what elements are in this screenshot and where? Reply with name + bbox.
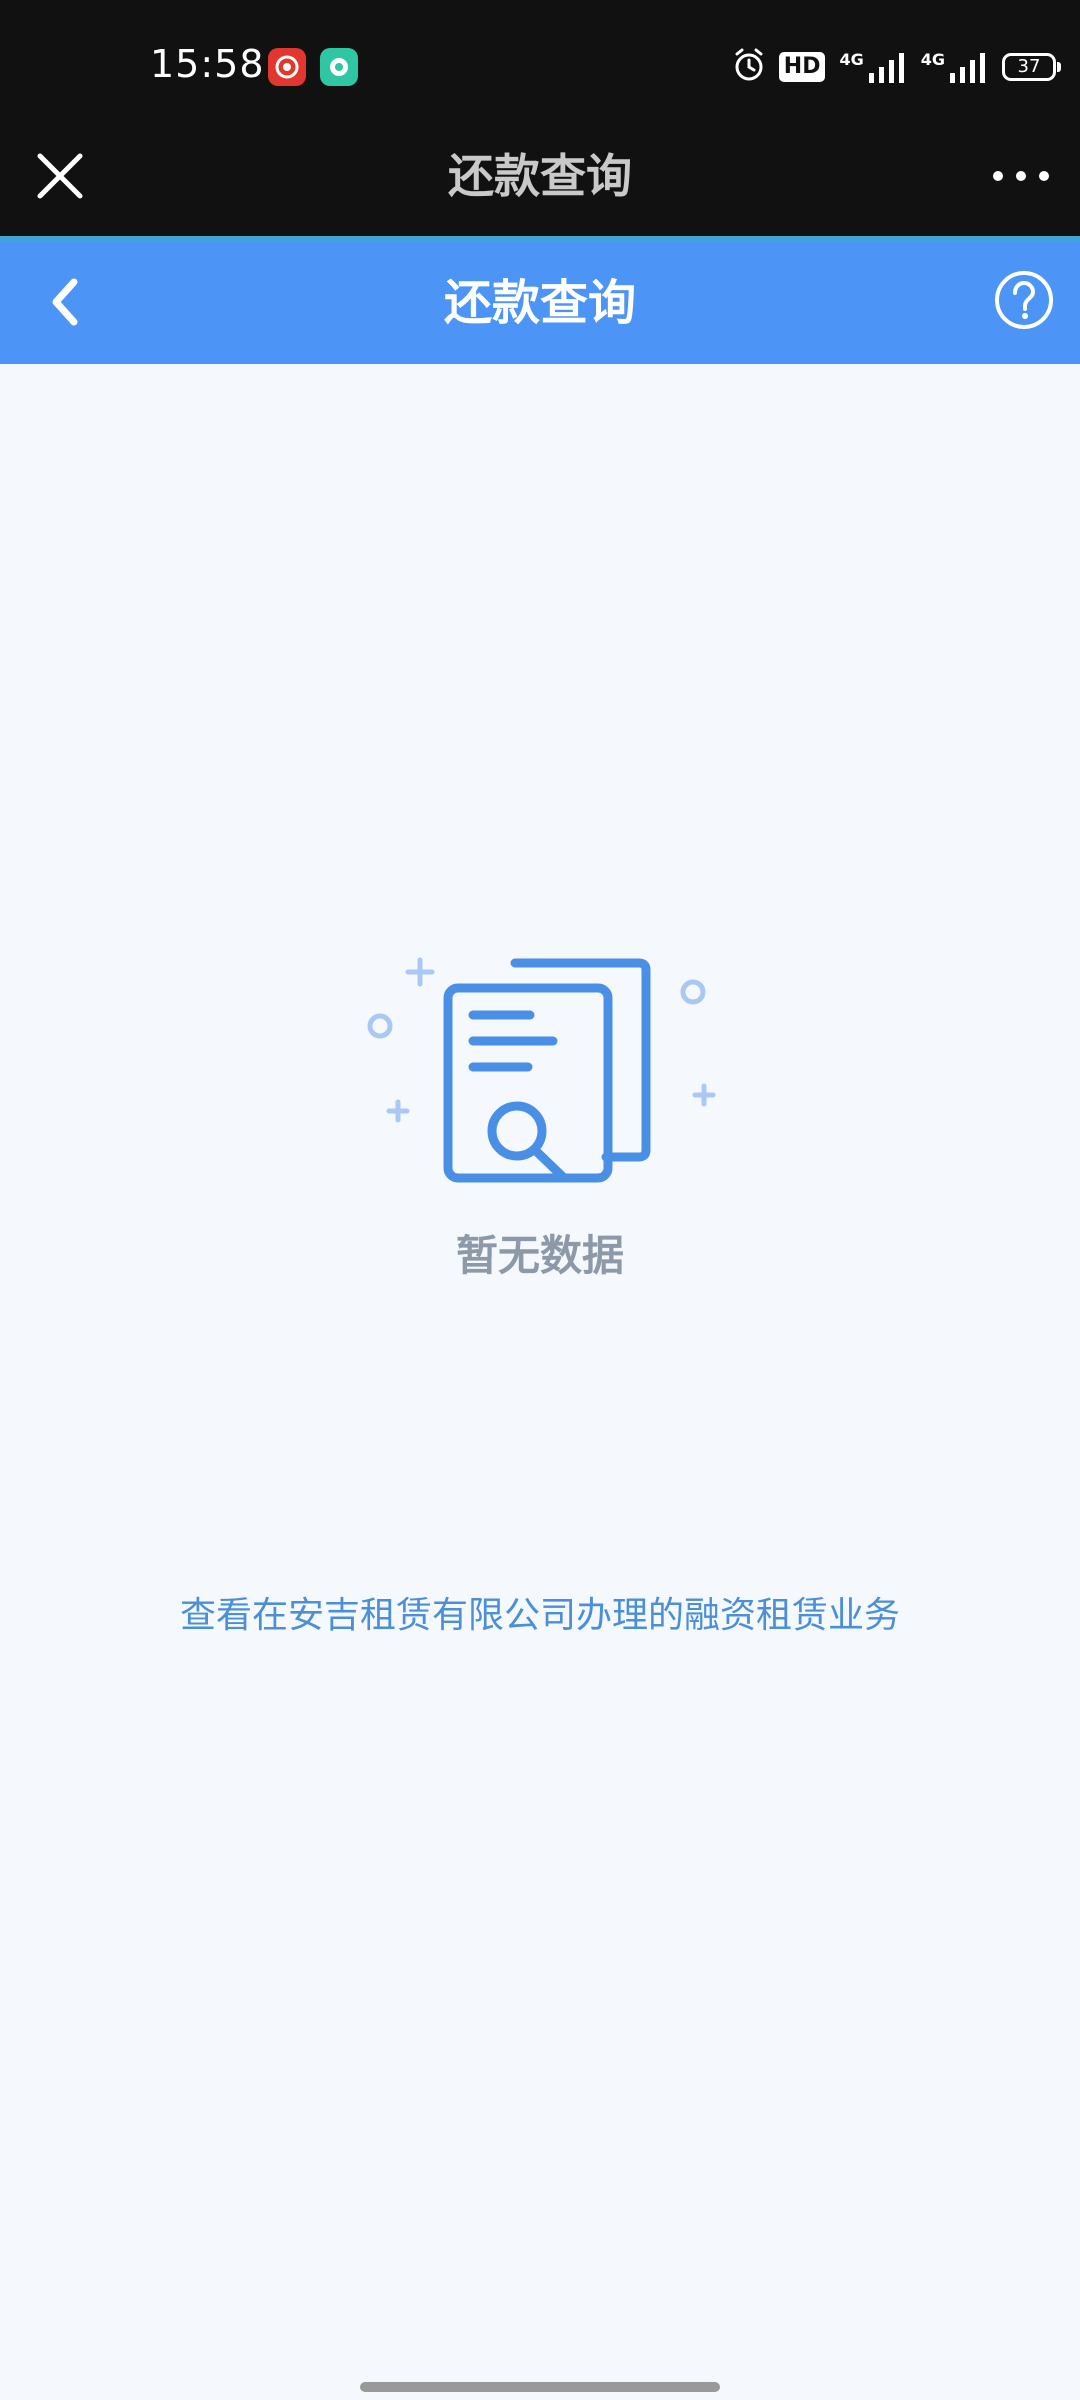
battery-icon: 37 — [1002, 53, 1061, 81]
help-icon — [995, 271, 1053, 329]
hd-badge: HD — [778, 52, 826, 82]
home-indicator[interactable] — [360, 2382, 720, 2392]
network-type-label: 4G — [920, 50, 945, 69]
empty-state-text: 暂无数据 — [455, 1231, 624, 1280]
business-info-link[interactable]: 查看在安吉租赁有限公司办理的融资租赁业务 — [0, 1588, 1080, 1644]
app-notification-green-icon — [320, 48, 358, 86]
status-time: 15:58 — [150, 42, 265, 86]
status-bar: 15:58 HD 4G 4G 37 — [0, 0, 1080, 120]
window-title: 还款查询 — [448, 149, 632, 203]
more-button[interactable] — [986, 144, 1056, 208]
title-bar: 还款查询 — [0, 120, 1080, 236]
network-type-label: 4G — [839, 50, 864, 69]
page-title: 还款查询 — [443, 275, 636, 331]
document-search-icon — [367, 957, 716, 1183]
app-header: 还款查询 — [0, 242, 1080, 364]
more-icon — [993, 171, 1049, 181]
signal-icon: 4G — [921, 51, 988, 83]
signal-icon: 4G — [839, 51, 906, 83]
help-button[interactable] — [992, 268, 1056, 332]
status-indicators: HD 4G 4G 37 — [733, 44, 1061, 90]
alarm-icon — [733, 48, 765, 86]
app-notification-red-icon — [268, 48, 306, 86]
